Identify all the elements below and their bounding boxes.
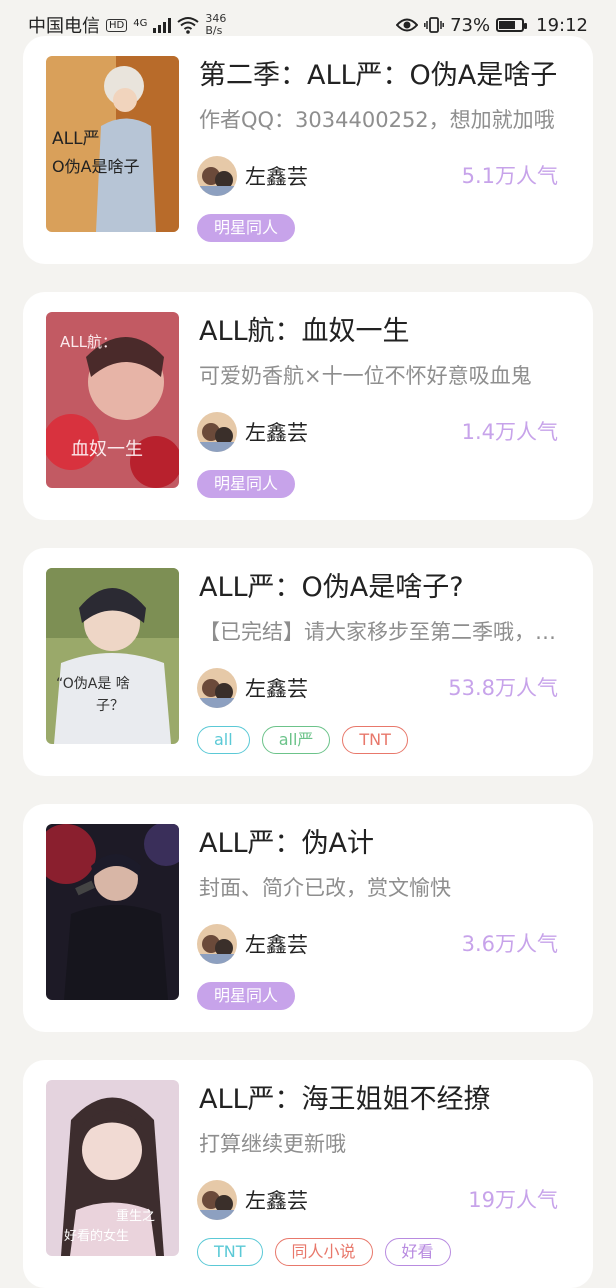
hd-badge: HD [106, 18, 128, 32]
battery-icon [496, 18, 528, 32]
author-name: 左鑫芸 [245, 165, 308, 189]
avatar[interactable] [197, 668, 237, 708]
avatar[interactable] [197, 924, 237, 964]
tag[interactable]: all [197, 726, 250, 754]
popularity-count: 3.6万人气 [461, 932, 558, 956]
tag[interactable]: 明星同人 [197, 470, 296, 498]
book-description: 打算继续更新哦 [199, 1132, 346, 1156]
tag[interactable]: 好看 [384, 1238, 451, 1266]
tag[interactable]: 同人小说 [274, 1238, 373, 1266]
book-description: 封面、简介已改，赏文愉快 [199, 876, 451, 900]
eye-icon [396, 18, 419, 32]
vibrate-icon [424, 17, 445, 33]
cover-image: ALL严 O伪A是啥子 [46, 56, 179, 232]
avatar[interactable] [197, 412, 237, 452]
cover-text-line: 重生之 [116, 1208, 155, 1224]
avatar[interactable] [197, 156, 237, 196]
book-card[interactable]: “O伪A是 啥 子？ ALL严：O伪A是啥子? 【已完结】请大家移步至第二季哦，… [23, 548, 593, 776]
status-bar-right: 73% 19:12 [396, 15, 588, 36]
book-description: 可爱奶香航×十一位不怀好意吸血鬼 [199, 364, 532, 388]
author-info[interactable]: 左鑫芸 [197, 924, 308, 964]
tag-list: all all严 TNT [197, 726, 408, 754]
book-title[interactable]: ALL严：海王姐姐不经撩 [199, 1080, 579, 1120]
book-description: 【已完结】请大家移步至第二季哦，谢谢 [199, 620, 569, 644]
network-speed: 346 B/s [205, 13, 226, 37]
status-bar-left: 中国电信 HD 4G 346 B/s [28, 12, 226, 38]
popularity-count: 5.1万人气 [461, 164, 558, 188]
book-title[interactable]: ALL严：O伪A是啥子? [199, 568, 579, 608]
tag-list: 明星同人 [197, 214, 296, 242]
popularity-count: 19万人气 [468, 1188, 558, 1212]
book-cover[interactable]: 重生之 好看的女生 [46, 1080, 179, 1256]
popularity-count: 1.4万人气 [461, 420, 558, 444]
book-description: 作者QQ：3034400252，想加就加哦 [199, 108, 555, 132]
cover-image [46, 824, 179, 1000]
book-card[interactable]: ALL航： 血奴一生 ALL航：血奴一生 可爱奶香航×十一位不怀好意吸血鬼 左鑫… [23, 292, 593, 520]
tag[interactable]: TNT [197, 1238, 263, 1266]
signal-icon [153, 17, 172, 33]
author-name: 左鑫芸 [245, 421, 308, 445]
book-title[interactable]: 第二季：ALL严：O伪A是啥子 [199, 56, 579, 96]
book-cover[interactable]: “O伪A是 啥 子？ [46, 568, 179, 744]
book-title[interactable]: ALL航：血奴一生 [199, 312, 579, 352]
book-title[interactable]: ALL严：伪A计 [199, 824, 579, 864]
author-name: 左鑫芸 [245, 1189, 308, 1213]
tag-list: 明星同人 [197, 982, 296, 1010]
author-info[interactable]: 左鑫芸 [197, 156, 308, 196]
cover-text-line: “O伪A是 啥 [56, 676, 130, 692]
tag-list: 明星同人 [197, 470, 296, 498]
author-name: 左鑫芸 [245, 933, 308, 957]
tag[interactable]: 明星同人 [197, 214, 296, 242]
author-info[interactable]: 左鑫芸 [197, 412, 308, 452]
tag-list: TNT 同人小说 好看 [197, 1238, 451, 1266]
tag[interactable]: all严 [261, 726, 331, 754]
book-cover[interactable]: ALL航： 血奴一生 [46, 312, 179, 488]
cover-image: “O伪A是 啥 子？ [46, 568, 179, 744]
book-card[interactable]: ALL严：伪A计 封面、简介已改，赏文愉快 左鑫芸 3.6万人气 明星同人 [23, 804, 593, 1032]
cover-text-line: O伪A是啥子 [52, 157, 140, 176]
tag[interactable]: 明星同人 [197, 982, 296, 1010]
clock: 19:12 [536, 14, 588, 36]
network-type: 4G [133, 18, 148, 29]
author-info[interactable]: 左鑫芸 [197, 1180, 308, 1220]
author-name: 左鑫芸 [245, 677, 308, 701]
book-cover[interactable] [46, 824, 179, 1000]
carrier-label: 中国电信 [28, 16, 100, 37]
cover-text-line: ALL航： [60, 333, 117, 351]
cover-text-line: ALL严 [52, 129, 100, 149]
cover-text-line: 好看的女生 [64, 1228, 129, 1244]
book-cover[interactable]: ALL严 O伪A是啥子 [46, 56, 179, 232]
book-card[interactable]: 重生之 好看的女生 ALL严：海王姐姐不经撩 打算继续更新哦 左鑫芸 19万人气… [23, 1060, 593, 1288]
popularity-count: 53.8万人气 [448, 676, 558, 700]
cover-image: 重生之 好看的女生 [46, 1080, 179, 1256]
cover-text-line: 子？ [96, 698, 124, 714]
avatar[interactable] [197, 1180, 237, 1220]
cover-image: ALL航： 血奴一生 [46, 312, 179, 488]
wifi-icon [177, 17, 199, 34]
battery-percent: 73% [450, 14, 491, 36]
book-card[interactable]: ALL严 O伪A是啥子 第二季：ALL严：O伪A是啥子 作者QQ：3034400… [23, 36, 593, 264]
author-info[interactable]: 左鑫芸 [197, 668, 308, 708]
tag[interactable]: TNT [342, 726, 408, 754]
cover-text-line: 血奴一生 [71, 439, 143, 460]
